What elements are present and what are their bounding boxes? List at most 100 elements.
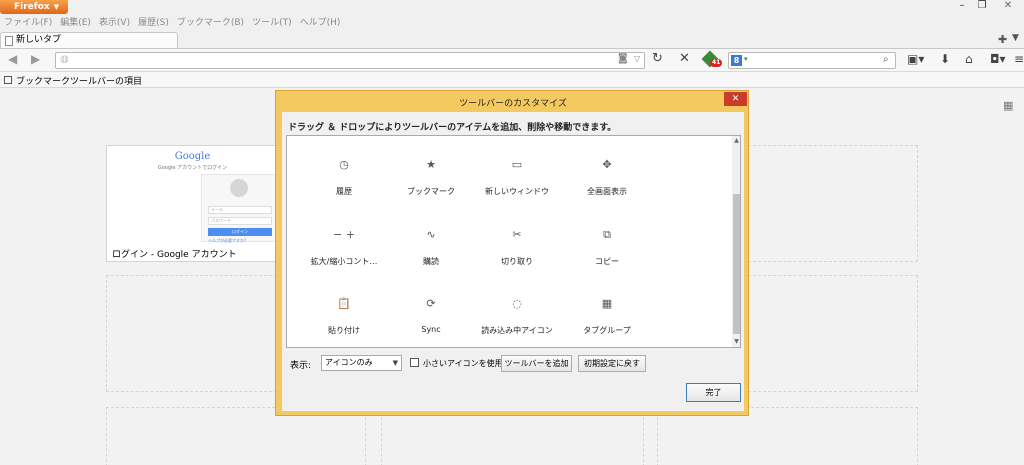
stop-icon[interactable]: ✕ — [679, 51, 690, 66]
cut-icon: ✂ — [512, 228, 522, 241]
menu-help[interactable]: ヘルプ(H) — [298, 16, 343, 30]
throbber-icon: ◌ — [512, 297, 522, 310]
thumbnail-login-button: ログイン — [208, 228, 272, 236]
zoom-controls-icon: − + — [333, 228, 355, 241]
palette-item-feed[interactable]: ∿ 購読 — [386, 228, 476, 288]
minimize-button[interactable]: – — [953, 0, 971, 14]
search-engine-icon[interactable]: 8 — [731, 55, 742, 66]
palette-scrollbar[interactable]: ▲ ▼ — [732, 136, 740, 347]
small-icons-checkbox[interactable] — [410, 358, 419, 367]
pocket-icon[interactable]: ◙ — [618, 53, 628, 64]
page-icon — [5, 35, 13, 46]
open-menu-icon[interactable]: ≡ — [1014, 52, 1024, 66]
palette-item-bookmark[interactable]: ★ ブックマーク — [386, 158, 476, 218]
restore-button[interactable]: ❐ — [973, 0, 991, 14]
tab-new-tab[interactable]: 新しいタブ — [0, 32, 178, 49]
search-bar[interactable]: 8 ▾ ⌕ — [728, 52, 896, 69]
thumbnail-email-field: メール — [208, 206, 272, 214]
menu-file[interactable]: ファイル(F) — [2, 16, 54, 30]
palette-item-label: 拡大/縮小コント… — [310, 257, 378, 266]
firefox-menu-label: Firefox — [14, 2, 50, 12]
palette-item-tab-groups[interactable]: ▦ タブグループ — [562, 297, 652, 347]
scrollbar-thumb[interactable] — [733, 194, 740, 334]
palette-item-new-window[interactable]: ▭ 新しいウィンドウ — [472, 158, 562, 218]
palette-item-fullscreen[interactable]: ✥ 全画面表示 — [562, 158, 652, 218]
dialog-body: ドラッグ ＆ ドロップによりツールバーのアイテムを追加、削除や移動できます。 ◷… — [282, 112, 744, 411]
fullscreen-icon: ✥ — [602, 158, 612, 171]
empty-tile — [748, 145, 918, 262]
restore-default-button[interactable]: 初期設定に戻す — [578, 355, 646, 372]
palette-item-paste[interactable]: 📋 貼り付け — [299, 297, 389, 347]
bookmark-icon: ★ — [426, 158, 436, 171]
palette-item-label: Sync — [421, 325, 441, 334]
empty-tile — [106, 275, 277, 392]
dialog-close-button[interactable]: ✕ — [724, 92, 747, 106]
pocket-menu-icon[interactable]: ◘▾ — [990, 52, 1006, 66]
menu-bookmarks[interactable]: ブックマーク(B) — [175, 16, 246, 30]
reload-icon[interactable]: ↻ — [652, 51, 663, 66]
palette-item-cut[interactable]: ✂ 切り取り — [472, 228, 562, 288]
palette-item-label: タブグループ — [583, 326, 631, 335]
new-tab-icon[interactable]: ✚ — [998, 33, 1007, 46]
grid-icon[interactable]: ▦ — [1003, 99, 1013, 112]
menu-view[interactable]: 表示(V) — [97, 16, 132, 30]
home-icon[interactable]: ⌂ — [965, 52, 973, 66]
tab-list-icon[interactable]: ▼ — [1012, 33, 1019, 43]
site-tile[interactable]: Google Google アカウントでログイン メール パスワード ログイン … — [106, 145, 279, 262]
dialog-heading: ドラッグ ＆ ドロップによりツールバーのアイテムを追加、削除や移動できます。 — [288, 123, 617, 133]
menu-edit[interactable]: 編集(E) — [58, 16, 93, 30]
done-button[interactable]: 完了 — [686, 383, 741, 402]
navigation-bar: ◀ ▶ ◍ ◙ ▽ ↻ ✕ 41 8 ▾ ⌕ ▣▾ ⬇ ⌂ ◘▾ ≡ — [0, 48, 1024, 72]
bookmark-folder-icon — [4, 76, 12, 84]
tile-caption: ログイン - Google アカウント — [112, 250, 237, 260]
scroll-up-icon[interactable]: ▲ — [732, 137, 740, 144]
close-window-button[interactable]: ✕ — [993, 0, 1023, 14]
palette-item-label: 読み込み中アイコン — [481, 326, 553, 335]
palette-item-label: ブックマーク — [407, 187, 455, 196]
toolbar-item-palette: ◷ 履歴 ★ ブックマーク ▭ 新しいウィンドウ ✥ 全画面表示 − + 拡大/… — [286, 135, 741, 348]
tab-groups-icon: ▦ — [601, 297, 613, 310]
thumbnail-login-box: メール パスワード ログイン ヘルプが必要ですか? — [201, 174, 279, 243]
palette-item-label: 貼り付け — [328, 326, 360, 335]
url-bar[interactable]: ◍ ◙ ▽ — [55, 52, 645, 69]
show-label: 表示: — [290, 361, 312, 371]
search-icon[interactable]: ⌕ — [883, 54, 889, 65]
palette-item-label: コピー — [595, 257, 619, 266]
thumbnail-help-link: ヘルプが必要ですか? — [208, 238, 247, 243]
back-icon[interactable]: ◀ — [8, 52, 17, 66]
site-thumbnail: Google Google アカウントでログイン メール パスワード ログイン … — [108, 147, 279, 244]
globe-icon: ◍ — [60, 54, 69, 65]
palette-item-label: 切り取り — [501, 257, 533, 266]
palette-item-zoom-controls[interactable]: − + 拡大/縮小コント… — [299, 228, 389, 288]
firefox-menu-button[interactable]: Firefox ▼ — [0, 0, 68, 14]
chevron-down-icon: ▼ — [53, 3, 60, 11]
downloads-icon[interactable]: ⬇ — [940, 52, 950, 66]
bookmarks-toolbar-items[interactable]: ブックマークツールバーの項目 — [16, 74, 142, 87]
google-logo: Google — [174, 151, 211, 162]
copy-icon: ⧉ — [603, 228, 611, 241]
palette-item-copy[interactable]: ⧉ コピー — [562, 228, 652, 288]
palette-item-throbber[interactable]: ◌ 読み込み中アイコン — [472, 297, 562, 347]
menu-tools[interactable]: ツール(T) — [250, 16, 294, 30]
add-toolbar-button[interactable]: ツールバーを追加 — [501, 355, 572, 372]
small-icons-label[interactable]: 小さいアイコンを使用 — [423, 358, 503, 369]
history-icon: ◷ — [339, 158, 349, 171]
search-engine-dropdown-icon[interactable]: ▾ — [744, 55, 748, 63]
tab-strip: 新しいタブ ✚ ▼ — [0, 30, 1024, 49]
paste-icon: 📋 — [337, 297, 351, 310]
sync-icon: ⟳ — [426, 297, 436, 310]
extension-button[interactable]: 41 — [701, 50, 723, 68]
bookmarks-toolbar: ブックマークツールバーの項目 — [0, 72, 1024, 88]
palette-item-label: 履歴 — [336, 187, 352, 196]
thumbnail-password-field: パスワード — [208, 217, 272, 225]
palette-item-sync[interactable]: ⟳ Sync — [386, 297, 476, 347]
scroll-down-icon[interactable]: ▼ — [732, 338, 740, 345]
customize-toolbar-dialog: ツールバーのカスタマイズ ✕ ドラッグ ＆ ドロップによりツールバーのアイテムを… — [275, 90, 749, 416]
forward-icon[interactable]: ▶ — [31, 52, 40, 66]
show-mode-select[interactable]: アイコンのみ ▼ — [321, 355, 402, 371]
menu-history[interactable]: 履歴(S) — [136, 16, 171, 30]
empty-tile — [748, 275, 918, 392]
bookmarks-menu-icon[interactable]: ▣▾ — [907, 52, 924, 66]
url-dropdown-icon[interactable]: ▽ — [634, 54, 640, 63]
palette-item-history[interactable]: ◷ 履歴 — [299, 158, 389, 218]
